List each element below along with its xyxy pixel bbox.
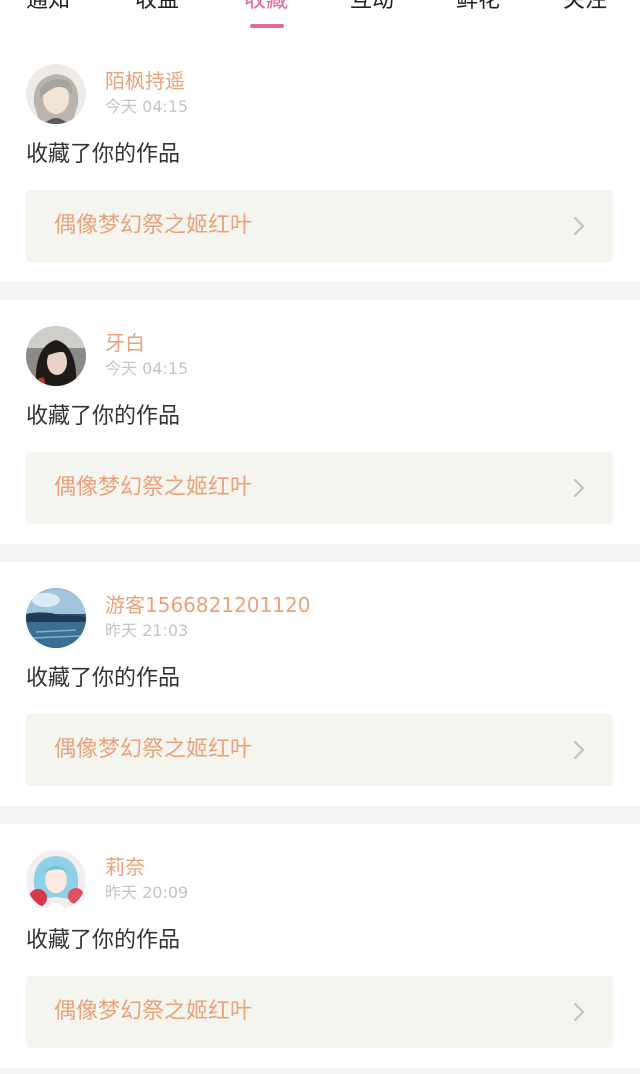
username[interactable]: 游客1566821201120 bbox=[105, 592, 310, 618]
notification-card: 游客1566821201120 昨天 21:03 收藏了你的作品 偶像梦幻祭之姬… bbox=[0, 562, 640, 806]
timestamp: 今天 04:15 bbox=[105, 359, 189, 378]
avatar[interactable] bbox=[26, 850, 86, 910]
chevron-right-icon bbox=[573, 1002, 585, 1022]
work-title: 偶像梦幻祭之姬红叶 bbox=[54, 737, 253, 762]
username[interactable]: 陌枫持遥 bbox=[105, 68, 185, 94]
tab-following[interactable]: 关注 bbox=[563, 0, 607, 18]
work-link[interactable]: 偶像梦幻祭之姬红叶 bbox=[26, 976, 613, 1048]
work-link[interactable]: 偶像梦幻祭之姬红叶 bbox=[26, 190, 613, 262]
tab-flowers[interactable]: 鲜花 bbox=[456, 0, 500, 18]
tab-interactions[interactable]: 互动 bbox=[350, 0, 394, 18]
timestamp: 今天 04:15 bbox=[105, 97, 189, 116]
work-link[interactable]: 偶像梦幻祭之姬红叶 bbox=[26, 714, 613, 786]
avatar[interactable] bbox=[26, 326, 86, 386]
work-title: 偶像梦幻祭之姬红叶 bbox=[54, 999, 253, 1024]
username[interactable]: 莉奈 bbox=[105, 854, 145, 880]
timestamp: 昨天 21:03 bbox=[105, 621, 189, 640]
tab-notifications[interactable]: 通知 bbox=[26, 0, 70, 18]
work-title: 偶像梦幻祭之姬红叶 bbox=[54, 475, 253, 500]
username[interactable]: 牙白 bbox=[105, 330, 145, 356]
chevron-right-icon bbox=[573, 478, 585, 498]
avatar[interactable] bbox=[26, 64, 86, 124]
timestamp: 昨天 20:09 bbox=[105, 883, 189, 902]
chevron-right-icon bbox=[573, 740, 585, 760]
work-title: 偶像梦幻祭之姬红叶 bbox=[54, 213, 253, 238]
work-link[interactable]: 偶像梦幻祭之姬红叶 bbox=[26, 452, 613, 524]
action-text: 收藏了你的作品 bbox=[26, 928, 181, 953]
tab-earnings[interactable]: 收益 bbox=[135, 0, 179, 18]
notification-card: 牙白 今天 04:15 收藏了你的作品 偶像梦幻祭之姬红叶 bbox=[0, 300, 640, 544]
tab-favorites[interactable]: 收藏 bbox=[244, 0, 288, 18]
action-text: 收藏了你的作品 bbox=[26, 666, 181, 691]
chevron-right-icon bbox=[573, 216, 585, 236]
action-text: 收藏了你的作品 bbox=[26, 142, 181, 167]
tab-bar: 通知 收益 收藏 互动 鲜花 关注 bbox=[0, 0, 640, 38]
action-text: 收藏了你的作品 bbox=[26, 404, 181, 429]
avatar[interactable] bbox=[26, 588, 86, 648]
notification-card: 陌枫持遥 今天 04:15 收藏了你的作品 偶像梦幻祭之姬红叶 bbox=[0, 38, 640, 282]
active-tab-indicator bbox=[250, 24, 284, 28]
notification-card: 莉奈 昨天 20:09 收藏了你的作品 偶像梦幻祭之姬红叶 bbox=[0, 824, 640, 1068]
